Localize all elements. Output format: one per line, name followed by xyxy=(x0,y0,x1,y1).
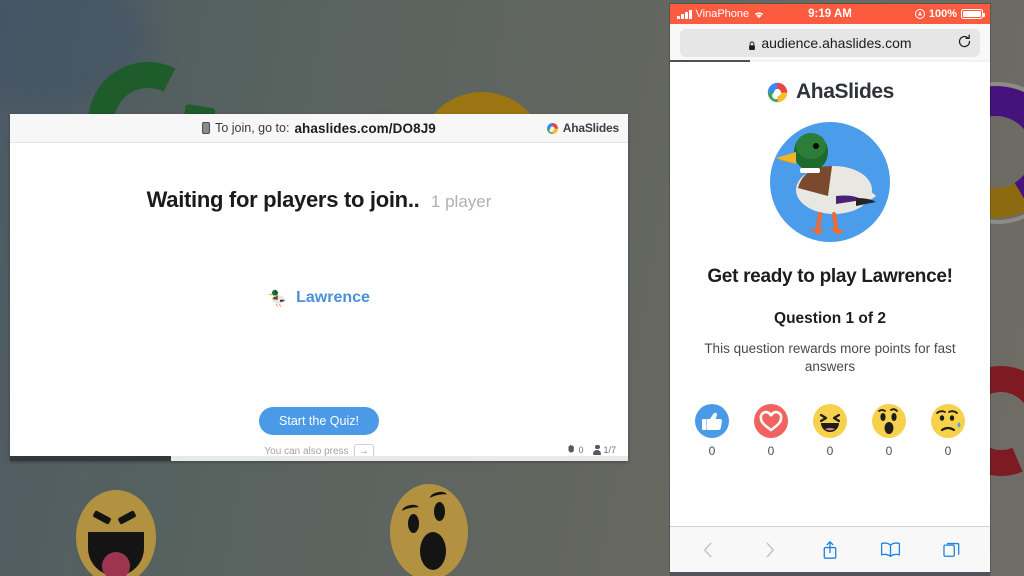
mobile-icon xyxy=(202,122,211,134)
reaction-thumbs-up[interactable]: 0 xyxy=(695,404,729,458)
battery-full-icon xyxy=(961,9,985,19)
ahaslides-logo-icon xyxy=(546,122,559,135)
page-brand-label: AhaSlides xyxy=(796,80,894,103)
phone-screen: VinaPhone 9:19 AM 100% audience.ahaslide… xyxy=(670,4,990,572)
background-emoji-wow xyxy=(390,484,468,576)
reaction-heart[interactable]: 0 xyxy=(754,404,788,458)
join-instructions: To join, go to: ahaslides.com/DO8J9 xyxy=(10,121,628,136)
reaction-laugh[interactable]: 0 xyxy=(813,404,847,458)
join-code: ahaslides.com/DO8J9 xyxy=(294,120,436,136)
duck-avatar-icon xyxy=(268,289,288,307)
join-label: To join, go to: xyxy=(215,121,290,135)
thumbs-up-icon xyxy=(695,404,729,439)
ahaslides-logo-icon xyxy=(766,81,789,104)
laugh-icon xyxy=(813,404,847,439)
url-text: audience.ahaslides.com xyxy=(761,35,912,51)
players-joined-stat: 1/7 xyxy=(593,444,616,455)
emoji-eye xyxy=(92,510,112,525)
phone-bottom-bezel xyxy=(670,572,990,576)
reaction-wow[interactable]: 0 xyxy=(872,404,906,458)
emoji-eye xyxy=(434,502,445,521)
player-list: Lawrence xyxy=(10,289,628,307)
raised-hand-stat: 0 xyxy=(567,444,583,455)
start-quiz-area: Start the Quiz! You can also press → xyxy=(10,407,628,459)
sad-icon xyxy=(931,404,965,439)
duck-avatar-icon xyxy=(770,122,890,242)
web-page-content: AhaSlides Get ready to play Lawrence! Qu… xyxy=(670,62,990,526)
reaction-count: 0 xyxy=(826,444,834,459)
reaction-count: 0 xyxy=(767,444,775,459)
reload-icon[interactable] xyxy=(957,34,972,52)
status-bar-right: 100% xyxy=(914,8,985,20)
reactions-row: 0 0 0 0 0 xyxy=(695,404,965,458)
person-icon xyxy=(593,444,602,455)
horizontal-scrollbar-thumb[interactable] xyxy=(10,456,171,461)
ahaslides-brand-label: AhaSlides xyxy=(562,121,619,135)
waiting-headline: Waiting for players to join.. 1 player xyxy=(10,187,628,213)
share-icon[interactable] xyxy=(813,535,847,565)
ios-status-bar: VinaPhone 9:19 AM 100% xyxy=(670,4,990,24)
book-icon[interactable] xyxy=(874,535,908,565)
background-emoji-laugh xyxy=(76,490,156,576)
player-name: Lawrence xyxy=(296,289,370,306)
reaction-sad[interactable]: 0 xyxy=(931,404,965,458)
presenter-window: To join, go to: ahaslides.com/DO8J9 AhaS… xyxy=(10,114,628,461)
page-brand-logo: AhaSlides xyxy=(766,80,894,104)
start-quiz-button[interactable]: Start the Quiz! xyxy=(259,407,379,435)
forward-button[interactable] xyxy=(752,535,786,565)
ahaslides-brand[interactable]: AhaSlides xyxy=(546,121,619,135)
reaction-count: 0 xyxy=(885,444,893,459)
wow-icon xyxy=(872,404,906,439)
emoji-tongue xyxy=(102,552,130,576)
tabs-icon[interactable] xyxy=(935,535,969,565)
waiting-title: Waiting for players to join.. xyxy=(146,187,420,212)
padlock-icon xyxy=(748,38,756,50)
presenter-header-bar: To join, go to: ahaslides.com/DO8J9 AhaS… xyxy=(10,114,628,143)
reaction-count: 0 xyxy=(944,444,952,459)
emoji-brow xyxy=(429,490,448,503)
question-number: Question 1 of 2 xyxy=(774,310,886,327)
presenter-body: Waiting for players to join.. 1 player L… xyxy=(10,143,628,461)
emoji-eye xyxy=(408,514,419,533)
url-field[interactable]: audience.ahaslides.com xyxy=(680,29,980,57)
question-note: This question rewards more points for fa… xyxy=(704,341,956,375)
emoji-brow xyxy=(401,503,420,516)
reaction-count: 0 xyxy=(708,444,716,459)
heart-icon xyxy=(754,404,788,439)
back-button[interactable] xyxy=(691,535,725,565)
battery-percent-label: 100% xyxy=(928,8,957,20)
raised-hand-count: 0 xyxy=(578,444,584,455)
get-ready-headline: Get ready to play Lawrence! xyxy=(707,266,953,287)
safari-url-bar[interactable]: audience.ahaslides.com xyxy=(670,24,990,62)
players-joined-count: 1/7 xyxy=(603,444,616,455)
safari-toolbar xyxy=(670,526,990,572)
presenter-status-indicators: 0 1/7 xyxy=(567,444,616,455)
rotation-lock-icon xyxy=(914,9,925,19)
emoji-mouth xyxy=(420,532,446,570)
emoji-eye xyxy=(117,510,137,525)
raised-hand-icon xyxy=(567,444,576,455)
player-count: 1 player xyxy=(430,192,492,211)
